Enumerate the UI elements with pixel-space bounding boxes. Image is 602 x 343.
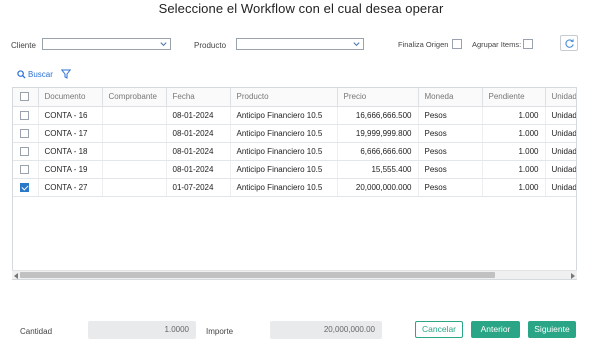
column-header[interactable]: Comprobante	[102, 88, 167, 107]
producto-cell: Anticipo Financiero 10.5	[230, 160, 338, 179]
precio-cell: 16,666,666.500	[337, 106, 419, 125]
select-all-checkbox[interactable]	[20, 92, 29, 102]
dialog-title: Seleccione el Workflow con el cual desea…	[158, 1, 444, 16]
precio-cell: 6,666,666.600	[337, 142, 419, 161]
grid-header-row: Documento Comprobante Fecha Producto Pre…	[13, 88, 576, 107]
column-header[interactable]: Pendiente	[482, 88, 546, 107]
table-row[interactable]: CONTA - 17 08-01-2024 Anticipo Financier…	[13, 124, 576, 143]
pendiente-cell: 1.000	[482, 178, 546, 197]
precio-cell: 19,999,999.800	[337, 124, 419, 143]
row-checkbox-cell[interactable]	[13, 178, 39, 197]
documento-cell: CONTA - 18	[38, 142, 103, 161]
unidad-cell: Unidad	[545, 178, 576, 197]
search-icon	[17, 69, 26, 79]
precio-cell: 15,555.400	[337, 160, 419, 179]
producto-cell: Anticipo Financiero 10.5	[230, 106, 338, 125]
producto-cell: Anticipo Financiero 10.5	[230, 142, 338, 161]
fecha-cell: 08-01-2024	[166, 142, 231, 161]
fecha-cell: 01-07-2024	[166, 178, 231, 197]
cantidad-label: Cantidad	[20, 327, 53, 336]
row-checkbox-cell[interactable]	[13, 160, 39, 179]
pendiente-cell: 1.000	[482, 106, 546, 125]
column-header[interactable]: Documento	[38, 88, 103, 107]
select-all-cell[interactable]	[13, 88, 39, 107]
producto-label: Producto	[194, 41, 227, 50]
pendiente-cell: 1.000	[482, 160, 546, 179]
row-checkbox[interactable]	[20, 164, 29, 174]
finaliza-origen-checkbox[interactable]	[452, 39, 462, 49]
producto-select[interactable]	[236, 38, 364, 50]
previous-button[interactable]: Anterior	[471, 321, 520, 338]
filter-icon[interactable]	[60, 69, 71, 79]
documento-cell: CONTA - 16	[38, 106, 103, 125]
moneda-cell: Pesos	[418, 160, 483, 179]
comprobante-cell	[102, 106, 167, 125]
row-checkbox-checked[interactable]	[20, 182, 29, 192]
precio-cell: 20,000,000.000	[337, 178, 419, 197]
column-header[interactable]: Precio	[337, 88, 419, 107]
documento-cell: CONTA - 19	[38, 160, 103, 179]
column-header[interactable]: Fecha	[166, 88, 231, 107]
workflow-grid: Documento Comprobante Fecha Producto Pre…	[12, 87, 577, 280]
moneda-cell: Pesos	[418, 106, 483, 125]
buscar-label: Buscar	[28, 69, 53, 79]
cancel-button[interactable]: Cancelar	[415, 321, 463, 338]
moneda-cell: Pesos	[418, 178, 483, 197]
column-header[interactable]: Unidad	[545, 88, 576, 107]
scrollbar-thumb[interactable]	[20, 272, 495, 278]
row-checkbox[interactable]	[20, 146, 29, 156]
unidad-cell: Unidad	[545, 160, 576, 179]
comprobante-cell	[102, 178, 167, 197]
table-row[interactable]: CONTA - 19 08-01-2024 Anticipo Financier…	[13, 160, 576, 179]
cliente-label: Cliente	[11, 41, 36, 50]
agrupar-items-checkbox[interactable]	[523, 39, 533, 49]
moneda-cell: Pesos	[418, 124, 483, 143]
chevron-down-icon	[160, 42, 167, 47]
unidad-cell: Unidad	[545, 124, 576, 143]
row-checkbox-cell[interactable]	[13, 106, 39, 125]
table-row[interactable]: CONTA - 16 08-01-2024 Anticipo Financier…	[13, 106, 576, 125]
table-row[interactable]: CONTA - 18 08-01-2024 Anticipo Financier…	[13, 142, 576, 161]
horizontal-scrollbar[interactable]	[12, 270, 577, 279]
column-header[interactable]: Producto	[230, 88, 338, 107]
unidad-cell: Unidad	[545, 106, 576, 125]
comprobante-cell	[102, 160, 167, 179]
grid-toolbar: Buscar	[17, 68, 71, 80]
column-header[interactable]: Moneda	[418, 88, 483, 107]
pendiente-cell: 1.000	[482, 142, 546, 161]
documento-cell: CONTA - 27	[38, 178, 103, 197]
refresh-button[interactable]	[560, 35, 578, 51]
next-button[interactable]: Siguiente	[528, 321, 576, 338]
scroll-left-icon[interactable]	[14, 273, 18, 279]
comprobante-cell	[102, 142, 167, 161]
unidad-cell: Unidad	[545, 142, 576, 161]
documento-cell: CONTA - 17	[38, 124, 103, 143]
producto-cell: Anticipo Financiero 10.5	[230, 124, 338, 143]
cliente-select[interactable]	[42, 38, 171, 50]
finaliza-origen-label: Finaliza Origen	[398, 40, 449, 49]
fecha-cell: 08-01-2024	[166, 124, 231, 143]
row-checkbox-cell[interactable]	[13, 142, 39, 161]
scroll-right-icon[interactable]	[571, 273, 575, 279]
row-checkbox[interactable]	[20, 128, 29, 138]
buscar-button[interactable]: Buscar	[17, 70, 53, 79]
table-row[interactable]: CONTA - 27 01-07-2024 Anticipo Financier…	[13, 178, 576, 197]
chevron-down-icon	[353, 42, 360, 47]
refresh-icon	[565, 39, 574, 48]
comprobante-cell	[102, 124, 167, 143]
producto-cell: Anticipo Financiero 10.5	[230, 178, 338, 197]
cantidad-field: 1.0000	[88, 321, 196, 339]
row-checkbox[interactable]	[20, 110, 29, 120]
fecha-cell: 08-01-2024	[166, 160, 231, 179]
importe-field: 20,000,000.00	[270, 321, 382, 339]
row-checkbox-cell[interactable]	[13, 124, 39, 143]
agrupar-items-label: Agrupar Items:	[472, 40, 522, 49]
pendiente-cell: 1.000	[482, 124, 546, 143]
moneda-cell: Pesos	[418, 142, 483, 161]
importe-label: Importe	[206, 327, 234, 336]
fecha-cell: 08-01-2024	[166, 106, 231, 125]
